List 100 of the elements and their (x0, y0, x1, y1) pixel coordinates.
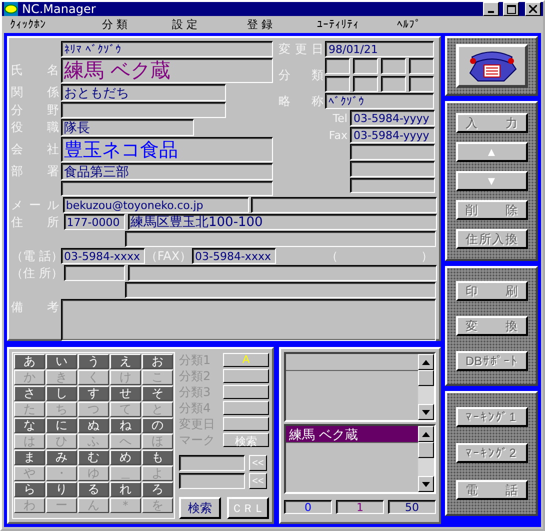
kana-key[interactable]: し (46, 386, 77, 401)
kana-key[interactable]: あ (14, 354, 45, 369)
filter-button[interactable] (223, 417, 269, 431)
kana-key[interactable]: せ (110, 386, 141, 401)
phone-button[interactable] (456, 44, 528, 88)
kana-key[interactable]: ま (14, 450, 45, 465)
scroll-thumb[interactable] (418, 442, 434, 458)
form-label: （ (326, 248, 339, 264)
kana-key[interactable]: ね (110, 418, 141, 433)
fax-field[interactable]: 03-5984-yyyy (350, 127, 436, 143)
category-field[interactable] (353, 76, 378, 92)
category-field[interactable] (380, 76, 406, 92)
side-button[interactable]: ﾏｰｷﾝｸﾞ1 (456, 407, 528, 428)
minimize-button[interactable] (483, 2, 499, 16)
scroll-up-button[interactable] (418, 354, 434, 370)
menu-item[interactable]: 設 定 (172, 17, 247, 32)
kana-key[interactable]: る (78, 482, 109, 497)
input-field[interactable] (350, 161, 436, 177)
category-field[interactable] (353, 58, 378, 74)
tel-field[interactable]: 03-5984-yyyy (350, 110, 436, 126)
maximize-icon (506, 4, 516, 14)
side-button[interactable]: 電 話 (456, 480, 528, 500)
date-field[interactable]: 98/01/21 (325, 41, 434, 57)
category-field[interactable] (325, 76, 350, 92)
maximize-button[interactable] (503, 2, 519, 16)
email-field[interactable]: bekuzou@toyoneko.co.jp (62, 197, 250, 213)
input-field[interactable] (125, 231, 436, 247)
short-name-field[interactable]: ﾍﾞｸｿﾞｳ (325, 93, 434, 109)
kana-key[interactable]: も (142, 450, 173, 465)
category-field[interactable] (380, 58, 406, 74)
menu-item[interactable]: ｸｨｯｸﾎﾝ (10, 18, 102, 31)
up-arrow-icon (422, 432, 430, 436)
count-field: 1 (336, 500, 384, 514)
window-title: NC.Manager (22, 2, 97, 16)
postal-code-field[interactable]: 177-0000 (64, 214, 124, 230)
side-button[interactable]: 入 力 (456, 113, 528, 134)
category-field[interactable] (408, 58, 434, 74)
input-field[interactable] (61, 181, 273, 196)
input-field[interactable] (64, 265, 125, 281)
kana-key[interactable]: な (14, 418, 45, 433)
phone-field[interactable]: 03-5984-xxxx (61, 248, 145, 264)
kana-key[interactable]: そ (142, 386, 173, 401)
kana-key[interactable]: す (78, 386, 109, 401)
kana-key[interactable]: さ (14, 386, 45, 401)
side-button[interactable]: ﾏｰｷﾝｸﾞ2 (456, 443, 528, 464)
menu-item[interactable]: ﾕｰﾃｨﾘﾃｨ (317, 18, 397, 31)
kana-key[interactable]: り (46, 482, 77, 497)
kana-key[interactable]: む (78, 450, 109, 465)
input-field[interactable] (350, 144, 436, 160)
kana-key[interactable]: ら (14, 482, 45, 497)
input-field[interactable] (251, 197, 437, 213)
category-field[interactable] (408, 76, 434, 92)
kana-key[interactable]: に (46, 418, 77, 433)
scroll-down-button[interactable] (418, 404, 434, 420)
department-field[interactable]: 食品第三部 (61, 163, 273, 180)
kana-key[interactable]: れ (110, 482, 141, 497)
kana-key[interactable]: み (46, 450, 77, 465)
input-field[interactable] (179, 455, 245, 471)
kana-key[interactable]: め (110, 450, 141, 465)
filter-button[interactable] (223, 401, 269, 415)
close-icon (529, 5, 537, 13)
relation-field[interactable]: おともだち (61, 84, 226, 101)
scroll-down-button[interactable] (418, 476, 434, 492)
kana-key[interactable]: う (78, 354, 109, 369)
kana-key[interactable]: お (142, 354, 173, 369)
kana-key[interactable]: い (46, 354, 77, 369)
menu-item[interactable]: 分 類 (102, 17, 172, 32)
side-button[interactable]: 変 換 (456, 316, 528, 336)
reading-field[interactable]: ﾈﾘﾏ ﾍﾞｸｿﾞｳ (61, 41, 273, 57)
category-field[interactable] (325, 58, 350, 74)
close-button[interactable] (525, 2, 541, 16)
position-field[interactable]: 隊長 (61, 119, 194, 136)
kana-key[interactable]: ろ (142, 482, 173, 497)
input-field[interactable] (179, 473, 245, 489)
side-button[interactable]: 削 除 (456, 200, 528, 220)
kana-key[interactable]: え (110, 354, 141, 369)
filter-button[interactable] (223, 369, 269, 383)
search-button[interactable]: 検索 (179, 497, 221, 519)
name-field[interactable]: 練馬 ベク蔵 (61, 58, 273, 83)
input-field[interactable] (350, 178, 436, 193)
down-arrow-icon (422, 482, 430, 486)
field-input[interactable] (61, 102, 226, 118)
scroll-up-button[interactable] (418, 426, 434, 442)
input-field[interactable] (125, 282, 436, 298)
fax-field[interactable]: 03-5984-xxxx (192, 248, 276, 264)
address-field[interactable]: 練馬区豊玉北100-100 (128, 214, 437, 230)
app-icon (4, 2, 18, 16)
company-field[interactable]: 豊玉ネコ食品 (61, 137, 273, 162)
filter-button[interactable] (223, 385, 269, 399)
kana-key[interactable]: の (142, 418, 173, 433)
kana-key[interactable]: ぬ (78, 418, 109, 433)
scroll-thumb[interactable] (418, 370, 434, 386)
input-field[interactable] (128, 265, 437, 281)
notes-field[interactable] (61, 299, 436, 341)
menu-item[interactable]: 登 録 (247, 17, 317, 32)
side-button[interactable]: DBｻﾎﾟｰﾄ (456, 350, 528, 371)
side-button[interactable]: 印 刷 (456, 281, 528, 302)
menu-item[interactable]: ﾍﾙﾌﾟ (397, 18, 457, 31)
side-button[interactable]: 住所入換 (456, 228, 528, 249)
list-item[interactable]: 練馬 ベク蔵 (286, 426, 418, 443)
